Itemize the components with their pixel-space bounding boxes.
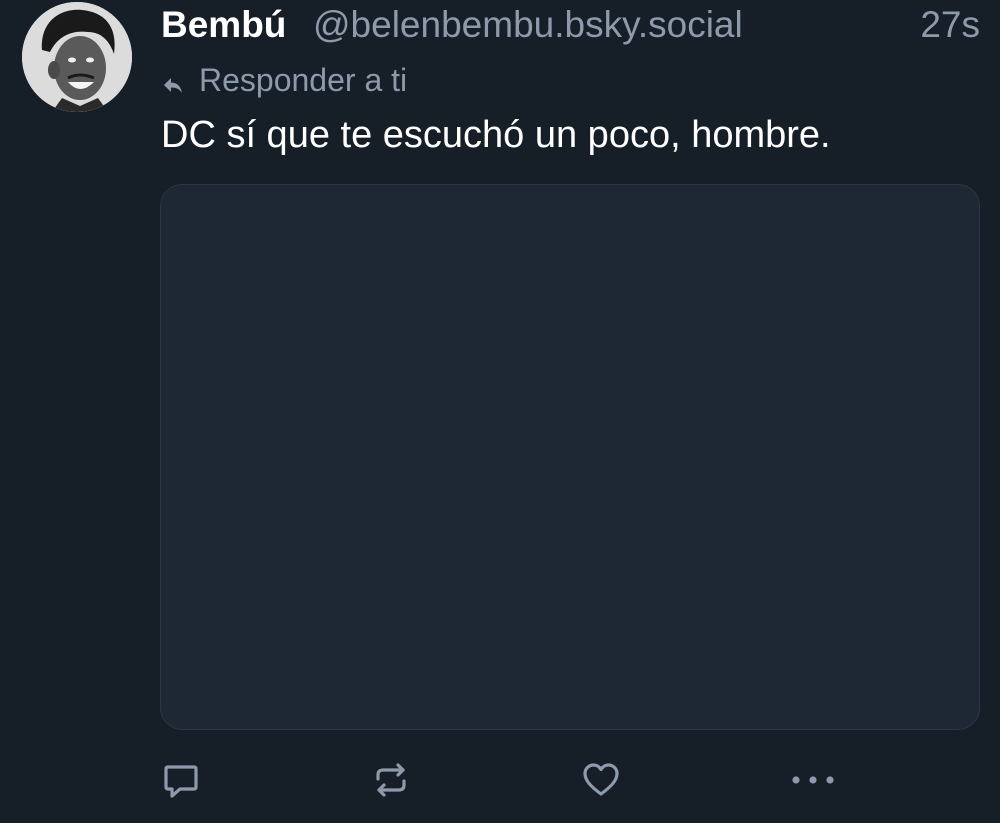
reply-button[interactable] xyxy=(159,758,203,802)
post-text: DC sí que te escuchó un poco, hombre. xyxy=(161,114,831,156)
author-display-name[interactable]: Bembú xyxy=(161,3,286,47)
repost-button[interactable] xyxy=(369,758,413,802)
author-avatar[interactable] xyxy=(22,2,132,112)
ellipsis-icon xyxy=(790,759,836,801)
speech-bubble-icon xyxy=(160,759,202,801)
reply-arrow-icon xyxy=(161,68,185,93)
reply-context-label: Responder a ti xyxy=(199,61,408,98)
more-options-button[interactable] xyxy=(791,758,835,802)
post-timestamp[interactable]: 27s xyxy=(920,3,980,47)
repost-arrows-icon xyxy=(370,759,412,801)
like-button[interactable] xyxy=(579,758,623,802)
heart-icon xyxy=(580,759,622,801)
media-embed[interactable] xyxy=(160,184,980,730)
author-handle[interactable]: @belenbembu.bsky.social xyxy=(313,3,743,47)
reply-context: Responder a ti xyxy=(161,60,407,100)
